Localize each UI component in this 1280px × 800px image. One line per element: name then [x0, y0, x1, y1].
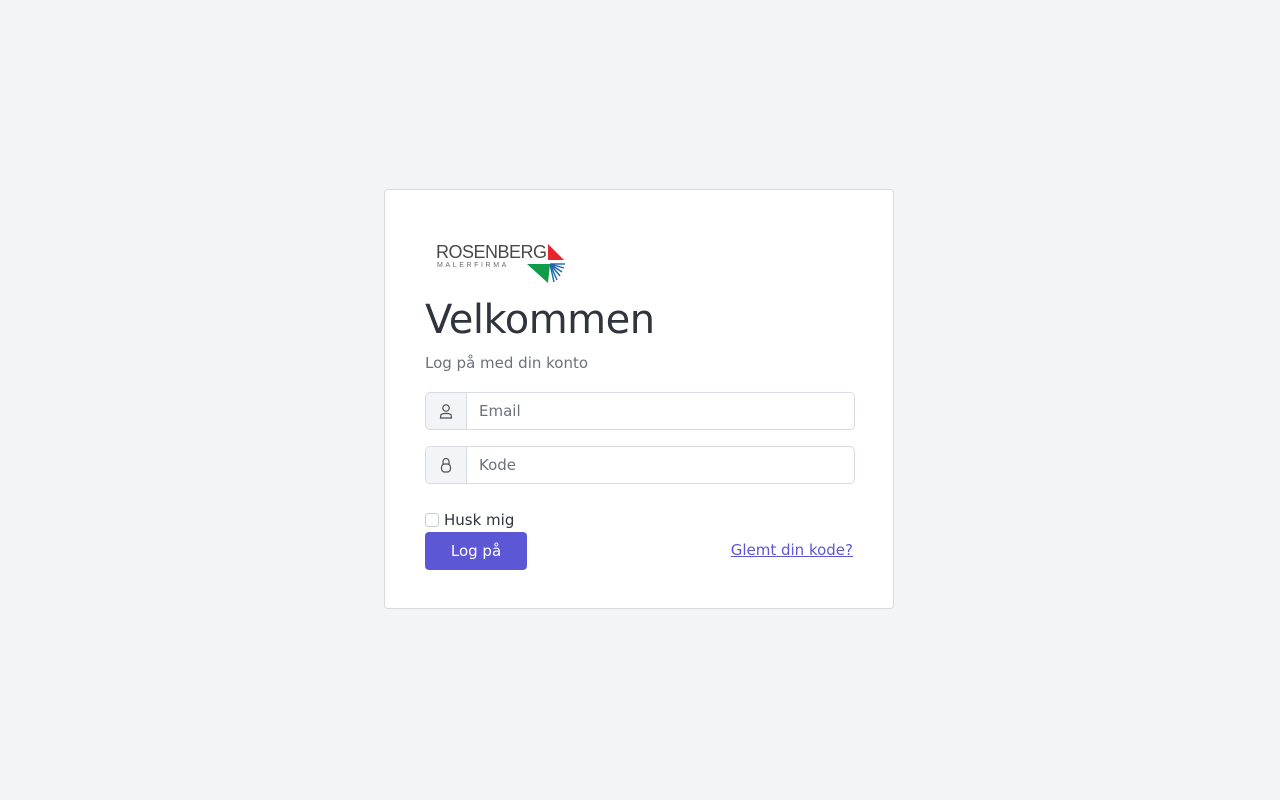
user-icon — [426, 393, 467, 429]
page-subtitle: Log på med din konto — [425, 354, 589, 372]
logo-tagline: MALERFIRMA — [437, 262, 509, 269]
email-field-group — [425, 392, 855, 430]
page-title: Velkommen — [425, 297, 655, 343]
login-button[interactable]: Log på — [425, 532, 527, 570]
lock-icon — [426, 447, 467, 483]
company-logo: ROSENBERG MALERFIRMA — [436, 242, 568, 284]
remember-label: Husk mig — [444, 511, 515, 529]
forgot-password-link[interactable]: Glemt din kode? — [731, 540, 853, 560]
login-card: ROSENBERG MALERFIRMA Velkommen Log på me… — [384, 189, 894, 609]
email-input[interactable] — [467, 393, 854, 429]
remember-me[interactable]: Husk mig — [425, 510, 514, 530]
password-input[interactable] — [467, 447, 854, 483]
logo-mark-icon — [527, 244, 565, 283]
password-field-group — [425, 446, 855, 484]
remember-checkbox[interactable] — [425, 513, 439, 527]
